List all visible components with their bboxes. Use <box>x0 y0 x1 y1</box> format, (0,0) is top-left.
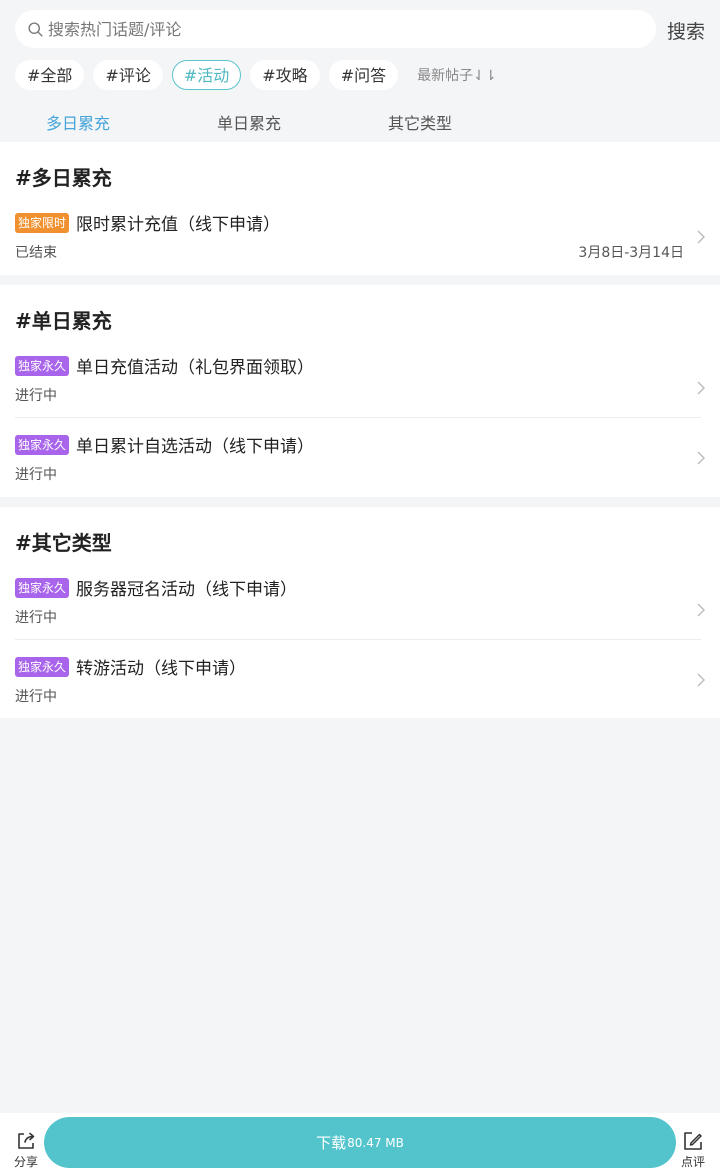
chevron-right-icon <box>697 673 705 687</box>
review-button[interactable]: 点评 <box>673 1130 713 1170</box>
badge-permanent: 独家永久 <box>15 434 70 455</box>
item-header: 独家永久 单日充值活动（礼包界面领取） <box>15 353 314 378</box>
badge-permanent: 独家永久 <box>15 355 70 376</box>
sort-latest-posts[interactable]: 最新帖子⇃⇂ <box>417 65 496 85</box>
list-item[interactable]: 独家永久 单日充值活动（礼包界面领取） 进行中 <box>0 353 720 408</box>
item-date: 3月8日-3月14日 <box>578 245 684 261</box>
tab-multi-day[interactable]: 多日累充 <box>46 110 110 134</box>
item-title: 服务器冠名活动（线下申请） <box>76 580 298 600</box>
item-title: 转游活动（线下申请） <box>76 659 247 679</box>
edit-icon <box>684 1132 702 1150</box>
tab-other[interactable]: 其它类型 <box>388 110 452 134</box>
item-header: 独家限时 限时累计充值（线下申请） <box>15 210 280 235</box>
share-icon <box>18 1132 35 1149</box>
search-button[interactable]: 搜索 <box>667 17 705 44</box>
item-status: 进行中 <box>15 388 57 404</box>
item-status: 进行中 <box>15 689 57 705</box>
search-input[interactable] <box>48 19 608 39</box>
share-button[interactable]: 分享 <box>6 1130 46 1170</box>
search-box[interactable] <box>15 10 656 48</box>
divider <box>15 639 701 640</box>
list-item[interactable]: 独家永久 转游活动（线下申请） 进行中 <box>0 654 720 709</box>
item-title: 单日累计自选活动（线下申请） <box>76 437 315 457</box>
chip-events[interactable]: #活动 <box>171 60 242 90</box>
chevron-right-icon <box>697 451 705 465</box>
chip-all[interactable]: #全部 <box>15 60 85 90</box>
category-tabs: 多日累充 单日累充 其它类型 <box>0 98 720 142</box>
item-header: 独家永久 服务器冠名活动（线下申请） <box>15 575 297 600</box>
divider <box>15 417 701 418</box>
bottom-bar: 分享 下载 80.47 MB 点评 <box>0 1113 720 1175</box>
item-title: 单日充值活动（礼包界面领取） <box>76 358 315 378</box>
review-label: 点评 <box>680 1155 705 1169</box>
tab-single-day[interactable]: 单日累充 <box>217 110 281 134</box>
section-title: #多日累充 <box>15 166 112 190</box>
chevron-right-icon <box>697 603 705 617</box>
badge-permanent: 独家永久 <box>15 656 70 677</box>
item-header: 独家永久 转游活动（线下申请） <box>15 654 246 679</box>
download-button[interactable]: 下载 80.47 MB <box>44 1117 676 1168</box>
item-title: 限时累计充值（线下申请） <box>76 215 281 235</box>
chip-qa[interactable]: #问答 <box>328 60 399 90</box>
section-title: #单日累充 <box>15 309 112 333</box>
search-icon <box>28 21 43 37</box>
share-label: 分享 <box>13 1155 38 1169</box>
chevron-right-icon <box>697 381 705 395</box>
download-label: 下载 <box>316 1134 347 1152</box>
section-single-day: #单日累充 独家永久 单日充值活动（礼包界面领取） 进行中 独家永久 单日累计自… <box>0 285 720 497</box>
chip-guides[interactable]: #攻略 <box>250 60 320 90</box>
section-title: #其它类型 <box>15 531 112 555</box>
list-item[interactable]: 独家永久 服务器冠名活动（线下申请） 进行中 <box>0 575 720 630</box>
top-bar: 搜索 #全部 #评论 #活动 #攻略 #问答 最新帖子⇃⇂ <box>0 0 720 98</box>
topic-chips: #全部 #评论 #活动 #攻略 #问答 最新帖子⇃⇂ <box>15 59 497 91</box>
item-header: 独家永久 单日累计自选活动（线下申请） <box>15 432 314 457</box>
item-status: 进行中 <box>15 610 57 626</box>
download-size: 80.47 MB <box>347 1135 404 1150</box>
badge-permanent: 独家永久 <box>15 577 70 598</box>
badge-limited: 独家限时 <box>15 212 70 233</box>
item-status: 进行中 <box>15 467 57 483</box>
list-item[interactable]: 独家限时 限时累计充值（线下申请） 已结束 3月8日-3月14日 <box>0 210 720 265</box>
item-status: 已结束 <box>15 245 57 261</box>
section-other: #其它类型 独家永久 服务器冠名活动（线下申请） 进行中 独家永久 转游活动（线… <box>0 507 720 718</box>
list-item[interactable]: 独家永久 单日累计自选活动（线下申请） 进行中 <box>0 432 720 487</box>
section-multi-day: #多日累充 独家限时 限时累计充值（线下申请） 已结束 3月8日-3月14日 <box>0 142 720 275</box>
chip-comments[interactable]: #评论 <box>93 60 163 90</box>
chevron-right-icon <box>697 230 705 244</box>
